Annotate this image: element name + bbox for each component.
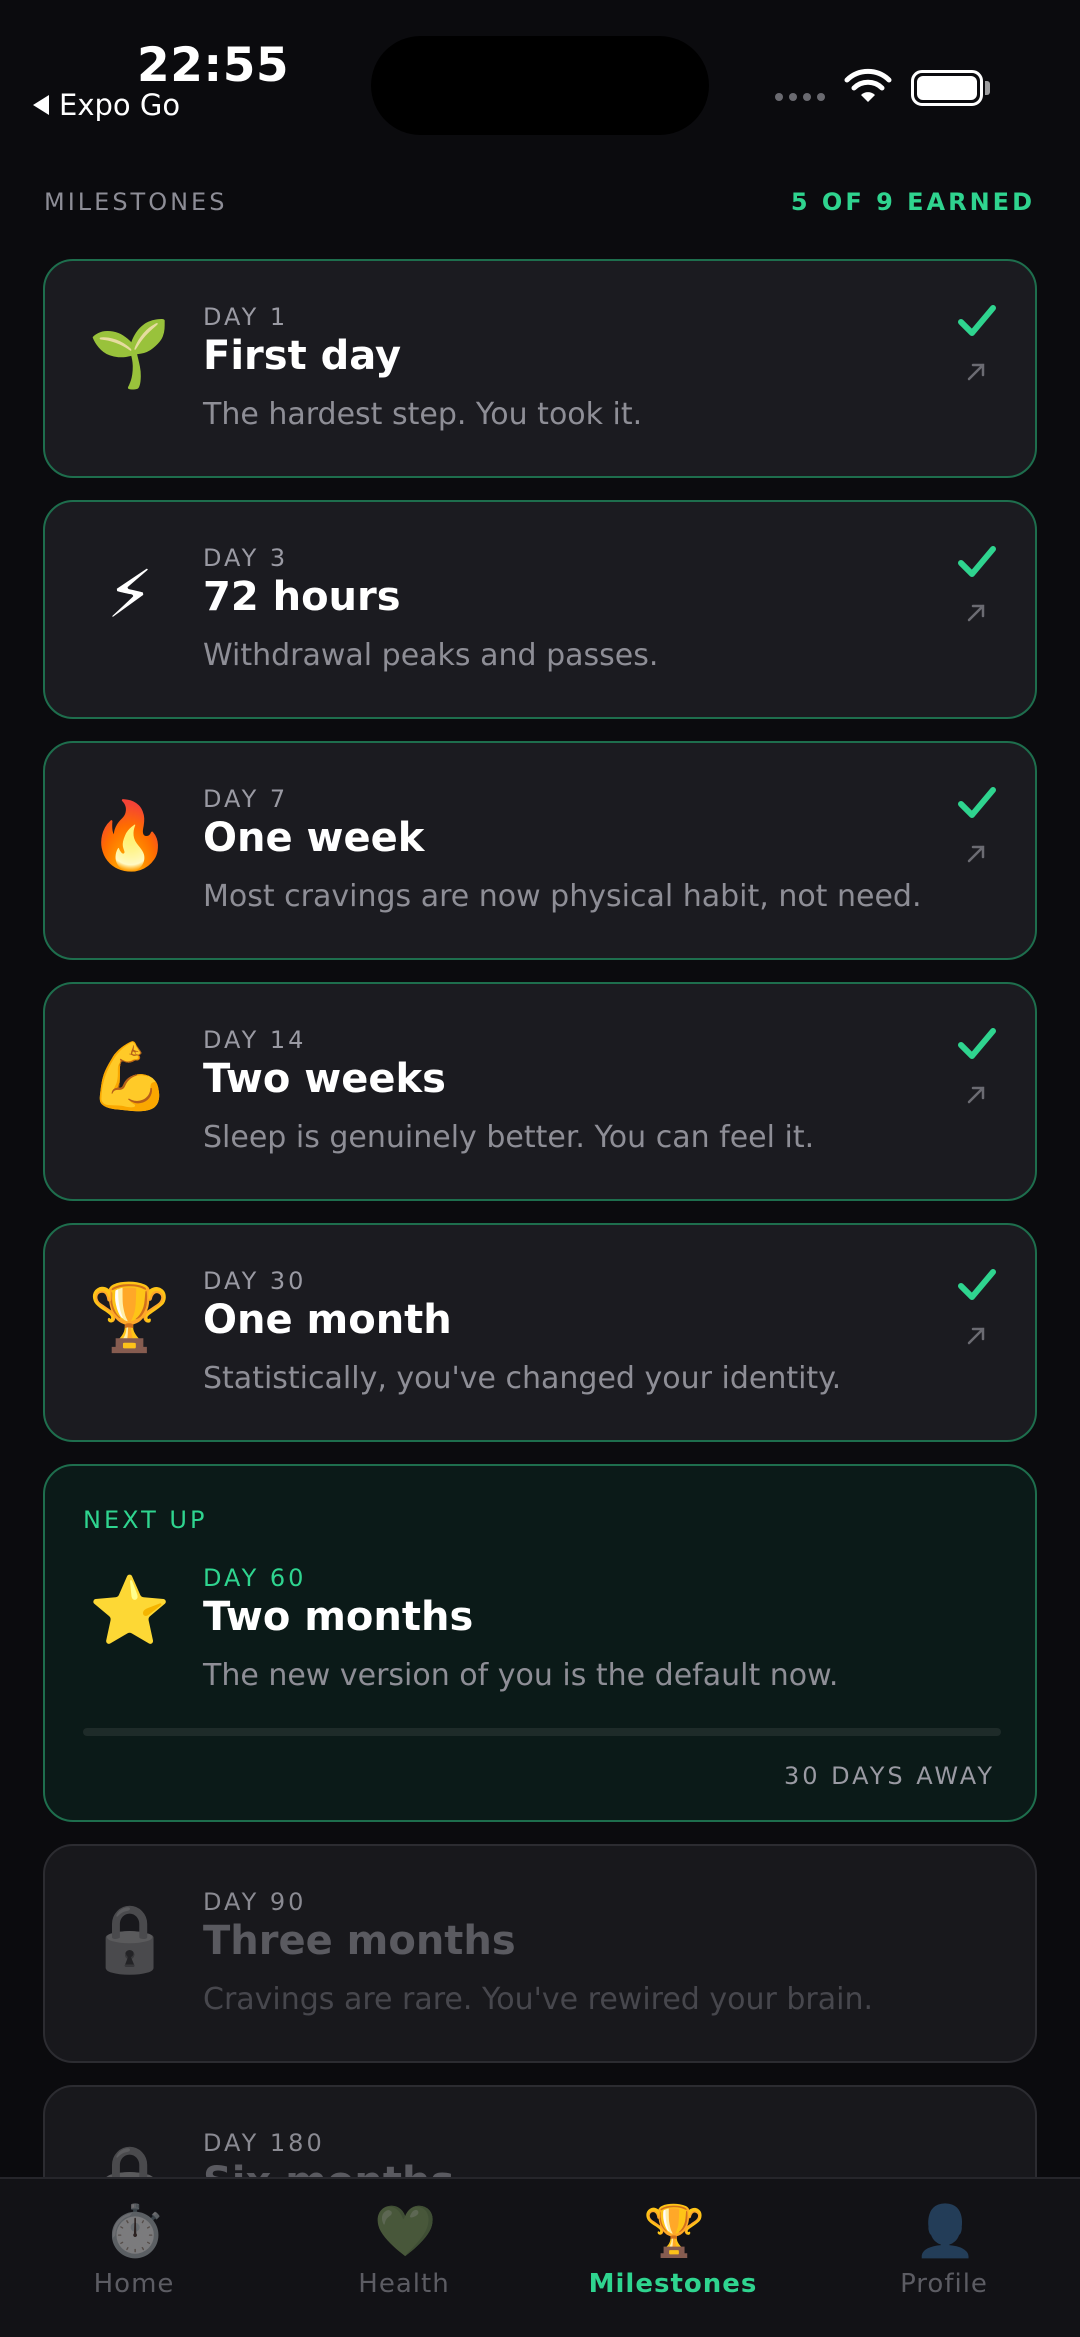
milestone-title: One week: [203, 815, 425, 861]
trophy-icon: 🏆: [88, 1279, 172, 1356]
checkmark-icon: [958, 305, 996, 336]
milestone-title: Three months: [203, 1918, 516, 1964]
back-arrow-icon: [33, 95, 49, 115]
milestone-day: DAY 3: [203, 544, 289, 572]
battery-tip: [985, 81, 990, 95]
milestone-description: The hardest step. You took it.: [203, 397, 643, 432]
milestone-day: DAY 180: [203, 2129, 325, 2157]
milestone-description: Most cravings are now physical habit, no…: [203, 879, 922, 914]
next-up-label: NEXT UP: [83, 1506, 208, 1534]
cellular-signal-icon: [775, 93, 825, 101]
section-title: MILESTONES: [44, 188, 228, 216]
share-arrow-icon[interactable]: [965, 1325, 987, 1347]
tab-bar: ⏱️ Home 💚 Health 🏆 Milestones 👤 Profile: [0, 2177, 1080, 2337]
milestone-card-day-90[interactable]: 🔒 DAY 90 Three months Cravings are rare.…: [43, 1844, 1037, 2063]
milestone-description: Statistically, you've changed your ident…: [203, 1361, 842, 1396]
milestone-day: DAY 7: [203, 785, 289, 813]
milestone-day: DAY 90: [203, 1888, 307, 1916]
milestone-day: DAY 30: [203, 1267, 307, 1295]
fire-icon: 🔥: [88, 797, 172, 874]
tab-home[interactable]: ⏱️ Home: [34, 2201, 234, 2299]
stopwatch-icon: ⏱️: [104, 2202, 167, 2260]
milestone-description: Withdrawal peaks and passes.: [203, 638, 659, 673]
milestone-title: One month: [203, 1297, 452, 1343]
milestone-day: DAY 1: [203, 303, 289, 331]
milestone-day: DAY 60: [203, 1564, 307, 1592]
share-arrow-icon[interactable]: [965, 602, 987, 624]
back-to-app-button[interactable]: Expo Go: [33, 88, 180, 122]
milestone-day: DAY 14: [203, 1026, 307, 1054]
milestone-title: 72 hours: [203, 574, 401, 620]
tab-label: Health: [358, 2269, 450, 2299]
milestone-title: First day: [203, 333, 402, 379]
tab-label: Home: [93, 2269, 175, 2299]
tab-profile[interactable]: 👤 Profile: [844, 2201, 1044, 2299]
trophy-icon: 🏆: [643, 2202, 706, 2260]
flexed-biceps-icon: 💪: [88, 1038, 172, 1115]
tab-label: Profile: [900, 2269, 988, 2299]
checkmark-icon: [958, 787, 996, 818]
lock-icon: 🔒: [88, 1900, 172, 1977]
share-arrow-icon[interactable]: [965, 361, 987, 383]
lightning-icon: ⚡: [106, 556, 154, 633]
status-bar: 22:55 Expo Go: [0, 0, 1080, 150]
checkmark-icon: [958, 1028, 996, 1059]
milestone-description: Cravings are rare. You've rewired your b…: [203, 1982, 874, 2017]
checkmark-icon: [958, 1269, 996, 1300]
person-silhouette-icon: 👤: [914, 2202, 977, 2260]
milestone-title: Two weeks: [203, 1056, 446, 1102]
milestone-card-day-3[interactable]: ⚡ DAY 3 72 hours Withdrawal peaks and pa…: [43, 500, 1037, 719]
milestone-list: 🌱 DAY 1 First day The hardest step. You …: [43, 259, 1037, 2326]
green-heart-icon: 💚: [374, 2202, 437, 2260]
share-arrow-icon[interactable]: [965, 1084, 987, 1106]
tab-health[interactable]: 💚 Health: [304, 2201, 504, 2299]
milestone-description: The new version of you is the default no…: [203, 1658, 839, 1693]
tab-milestones[interactable]: 🏆 Milestones: [573, 2201, 773, 2299]
milestone-card-day-7[interactable]: 🔥 DAY 7 One week Most cravings are now p…: [43, 741, 1037, 960]
next-milestone-card[interactable]: NEXT UP ⭐ DAY 60 Two months The new vers…: [43, 1464, 1037, 1822]
earned-count: 5 OF 9 EARNED: [790, 188, 1035, 216]
milestone-card-day-1[interactable]: 🌱 DAY 1 First day The hardest step. You …: [43, 259, 1037, 478]
milestone-card-day-30[interactable]: 🏆 DAY 30 One month Statistically, you've…: [43, 1223, 1037, 1442]
back-app-label: Expo Go: [59, 88, 181, 122]
days-away: 30 DAYS AWAY: [783, 1762, 995, 1790]
milestone-description: Sleep is genuinely better. You can feel …: [203, 1120, 815, 1155]
milestone-card-day-14[interactable]: 💪 DAY 14 Two weeks Sleep is genuinely be…: [43, 982, 1037, 1201]
battery-icon: [911, 70, 983, 106]
progress-track: [83, 1728, 1001, 1736]
star-icon: ⭐: [88, 1572, 172, 1649]
tab-label: Milestones: [588, 2269, 758, 2299]
seedling-icon: 🌱: [88, 315, 172, 392]
dynamic-island: [371, 36, 709, 135]
checkmark-icon: [958, 546, 996, 577]
status-time: 22:55: [137, 38, 290, 93]
share-arrow-icon[interactable]: [965, 843, 987, 865]
milestone-title: Two months: [203, 1594, 474, 1640]
wifi-icon: [844, 68, 892, 102]
